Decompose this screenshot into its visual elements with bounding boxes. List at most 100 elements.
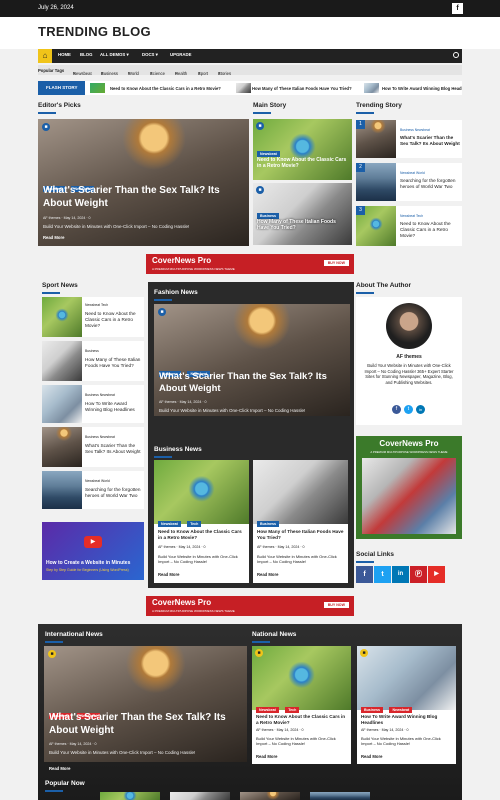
badge[interactable]: Business (361, 707, 383, 713)
sport-thumb[interactable] (42, 341, 82, 381)
author-name[interactable]: AF themes (356, 354, 462, 360)
ticker-item[interactable]: Need to Know About the Classic Cars in a… (110, 86, 221, 91)
trending-title[interactable]: What's Scarier Than the Sex Talk? Its Ab… (400, 135, 460, 147)
promo-widget[interactable]: CoverNews Pro A PREMIUM MULTIPURPOSE WOR… (356, 436, 462, 539)
trending-cats[interactable]: Newsbeat World (400, 171, 425, 175)
trending-cats[interactable]: Newsbeat Tech (400, 214, 423, 218)
main-story-card[interactable]: ■ Newsbeat Need to Know About the Classi… (253, 119, 352, 180)
read-more-link[interactable]: Read More (43, 235, 64, 240)
badge[interactable]: Newsbeat (158, 521, 181, 527)
facebook-icon[interactable]: f (356, 566, 373, 583)
popular-thumb[interactable] (310, 792, 370, 800)
hero-title[interactable]: What's Scarier Than the Sex Talk? Its Ab… (159, 371, 345, 395)
sport-title[interactable]: How Many of These Italian Foods Have You… (85, 357, 143, 369)
sport-item[interactable]: Business Newsbeat What's Scarier Than th… (42, 427, 144, 467)
main-story-card[interactable]: ■ Business How Many of These Italian Foo… (253, 183, 352, 245)
nav-item-all-demos[interactable]: ALL DEMOS ▾ (100, 52, 129, 58)
ticker-item[interactable]: How Many of These Italian Foods Have You… (252, 86, 352, 91)
ticker-thumb[interactable] (236, 83, 251, 93)
sport-thumb[interactable] (42, 297, 82, 337)
card-title[interactable]: How To Write Award Winning Blog Headline… (361, 714, 453, 726)
site-logo[interactable]: TRENDING BLOG (38, 24, 151, 39)
sport-thumb[interactable] (42, 385, 82, 423)
promo-banner[interactable]: CoverNews Pro A PREMIUM MULTIPURPOSE WOR… (146, 254, 354, 274)
read-more-link[interactable]: Read More (158, 572, 179, 577)
linkedin-icon[interactable]: in (416, 405, 425, 414)
sport-item[interactable]: Newsbeat Tech Need to Know About the Cla… (42, 297, 144, 337)
business-card[interactable]: Business How Many of These Italian Foods… (253, 460, 348, 583)
nav-item-docs[interactable]: DOCS ▾ (142, 52, 158, 58)
facebook-icon[interactable]: f (392, 405, 401, 414)
ticker-thumb[interactable] (90, 83, 105, 93)
popular-thumb[interactable] (240, 792, 300, 800)
sport-item[interactable]: Business How Many of These Italian Foods… (42, 341, 144, 381)
fashion-hero[interactable]: ■ Business Newsbeat What's Scarier Than … (154, 304, 350, 416)
international-hero[interactable]: ■ Business Newsbeat What's Scarier Than … (44, 646, 247, 762)
card-title[interactable]: Need to Know About the Classic Cars in a… (158, 529, 246, 541)
read-more-link[interactable]: Read More (361, 754, 382, 759)
heading-underline (252, 641, 270, 643)
sport-cats[interactable]: Business Newsbeat (85, 435, 115, 439)
badge[interactable]: Newsbeat (256, 707, 279, 713)
twitter-icon[interactable]: t (404, 405, 413, 414)
sport-title[interactable]: Searching for the forgotten heroes of Wo… (85, 487, 143, 499)
national-card[interactable]: ■ Newsbeat Tech Need to Know About the C… (252, 646, 351, 764)
read-more-link[interactable]: Read More (257, 572, 278, 577)
hero-title[interactable]: What's Scarier Than the Sex Talk? Its Ab… (49, 712, 243, 737)
trending-cats[interactable]: Business Newsbeat (400, 128, 430, 132)
ticker-thumb[interactable] (364, 83, 379, 93)
sport-thumb[interactable] (42, 471, 82, 509)
business-card[interactable]: Newsbeat Tech Need to Know About the Cla… (154, 460, 249, 583)
promo-banner[interactable]: CoverNews Pro A PREMIUM MULTIPURPOSE WOR… (146, 596, 354, 616)
camera-icon: ■ (255, 649, 263, 657)
video-embed[interactable]: ▶ How to Create a Website in Minutes Ste… (42, 522, 144, 580)
promo-image[interactable] (362, 458, 456, 534)
editors-hero[interactable]: ■ Business Newsbeat What's Scarier Than … (38, 119, 249, 246)
card-title[interactable]: How Many of These Italian Foods Have You… (257, 529, 345, 541)
badge[interactable]: Tech (187, 521, 202, 527)
main-story-title[interactable]: How Many of These Italian Foods Have You… (257, 219, 349, 232)
facebook-icon[interactable]: f (452, 3, 463, 14)
sport-item[interactable]: Business Newsbeat How To Write Award Win… (42, 385, 144, 423)
read-more-link[interactable]: Read More (49, 766, 70, 771)
trending-item[interactable]: 2 Newsbeat World Searching for the forgo… (356, 163, 462, 201)
sport-title[interactable]: How To Write Award Winning Blog Headline… (85, 401, 143, 413)
trending-item[interactable]: 1 Business Newsbeat What's Scarier Than … (356, 120, 462, 158)
badge[interactable]: Newsbeat (389, 707, 413, 713)
sport-title[interactable]: What's Scarier Than the Sex Talk? Its Ab… (85, 443, 143, 455)
sport-title[interactable]: Need to Know About the Classic Cars in a… (85, 311, 143, 329)
sport-item[interactable]: Newsbeat World Searching for the forgott… (42, 471, 144, 509)
sport-cats[interactable]: Business (85, 349, 99, 353)
popular-thumb[interactable] (100, 792, 160, 800)
play-icon[interactable]: ▶ (84, 536, 102, 548)
nav-item-home[interactable]: HOME (58, 52, 71, 57)
main-story-title[interactable]: Need to Know About the Classic Cars in a… (257, 157, 349, 170)
home-icon[interactable]: ⌂ (38, 49, 52, 63)
sport-cats[interactable]: Newsbeat World (85, 479, 110, 483)
badge[interactable]: Tech (285, 707, 300, 713)
sport-cats[interactable]: Business Newsbeat (85, 393, 115, 397)
sport-thumb[interactable] (42, 427, 82, 467)
buy-now-button[interactable]: BUY NOW (323, 602, 349, 608)
popular-thumb[interactable] (170, 792, 230, 800)
card-meta: AF themes · May 14, 2024 · 0 (256, 728, 304, 732)
trending-title[interactable]: Searching for the forgotten heroes of Wo… (400, 178, 460, 190)
badge[interactable]: Business (257, 521, 279, 527)
nav-item-blog[interactable]: BLOG (80, 52, 92, 57)
linkedin-icon[interactable]: in (392, 566, 409, 583)
avatar[interactable] (386, 303, 432, 349)
trending-item[interactable]: 3 Newsbeat Tech Need to Know About the C… (356, 206, 462, 246)
ticker-item[interactable]: How To Write Award Winning Blog Headl (382, 86, 462, 91)
buy-now-button[interactable]: BUY NOW (323, 260, 349, 266)
trending-title[interactable]: Need to Know About the Classic Cars in a… (400, 221, 460, 239)
national-card[interactable]: ■ Business Newsbeat How To Write Award W… (357, 646, 456, 764)
search-icon[interactable] (453, 52, 459, 58)
read-more-link[interactable]: Read More (256, 754, 277, 759)
twitter-icon[interactable]: t (374, 566, 391, 583)
pinterest-icon[interactable]: Ⓟ (410, 566, 427, 583)
sport-cats[interactable]: Newsbeat Tech (85, 303, 108, 307)
hero-title[interactable]: What's Scarier Than the Sex Talk? Its Ab… (43, 185, 243, 210)
card-title[interactable]: Need to Know About the Classic Cars in a… (256, 714, 348, 726)
youtube-icon[interactable]: ▶ (428, 566, 445, 583)
nav-item-upgrade[interactable]: UPGRADE (170, 52, 192, 57)
